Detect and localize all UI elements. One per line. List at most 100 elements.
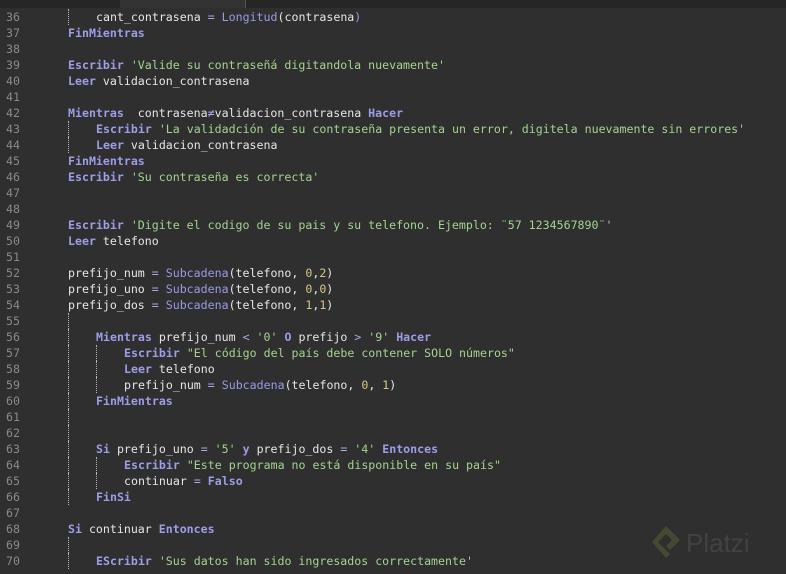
code-line[interactable]: 48 [0,201,786,217]
line-number: 36 [6,10,20,24]
line-number: 46 [6,170,20,184]
code-text: prefijo_dos = Subcadena(telefono, 1,1) [68,297,333,313]
code-token: Entonces [382,442,439,456]
code-token: continuar [124,474,194,488]
code-line[interactable]: 60 FinMientras [0,393,786,409]
indent-guide [68,345,69,361]
code-line[interactable]: 62 [0,425,786,441]
code-text: Escribir "Este programa no está disponib… [124,457,501,473]
code-token: (telefono, [228,266,306,280]
line-number: 69 [6,538,20,552]
code-token: 'La validadción de su contraseña present… [151,122,746,136]
code-line[interactable]: 36 cant_contrasena = Longitud(contrasena) [0,9,786,25]
code-line[interactable]: 50 Leer telefono [0,233,786,249]
code-line[interactable]: 55 [0,313,786,329]
line-number: 52 [6,266,20,280]
code-text: FinMientras [68,25,145,41]
code-token: FinMientras [68,26,145,40]
indent-guide [68,313,69,329]
code-token: Subcadena [165,266,229,280]
code-text: Escribir "El código del país debe conten… [124,345,515,361]
code-line[interactable]: 64 Escribir "Este programa no está dispon… [0,457,786,473]
code-line[interactable]: 61 [0,409,786,425]
code-token: 'Valide su contraseñá digitandola nuevam… [123,58,445,72]
code-line[interactable]: 56 Mientras prefijo_num < '0' O prefijo >… [0,329,786,345]
code-token: Escribir [124,458,180,472]
indent-guide [68,393,69,409]
code-line[interactable]: 54 prefijo_dos = Subcadena(telefono, 1,1) [0,297,786,313]
indent-guide [96,473,97,489]
code-text: prefijo_num = Subcadena(telefono, 0, 1) [124,377,396,393]
code-line[interactable]: 57 Escribir "El código del país debe cont… [0,345,786,361]
line-number: 47 [6,186,20,200]
code-line[interactable]: 51 [0,249,786,265]
code-text: Si continuar Entonces [68,521,215,537]
code-token: Subcadena [165,282,229,296]
code-token: Escribir [68,170,124,184]
indent-guide [68,457,69,473]
code-line[interactable]: 42 Mientras contrasena≠validacion_contras… [0,105,786,121]
code-text: Escribir 'Su contraseña es correcta' [68,169,319,185]
code-token: (contrasena [277,10,355,24]
line-number: 61 [6,410,20,424]
line-number: 58 [6,362,20,376]
code-token: prefijo [291,330,355,344]
indent-guide [68,137,69,153]
code-token: (telefono, [284,378,362,392]
code-line[interactable]: 40 Leer validacion_contrasena [0,73,786,89]
code-line[interactable]: 67 [0,505,786,521]
code-text: continuar = Falso [124,473,243,489]
code-token: prefijo_num [151,330,243,344]
code-token: = [207,378,215,392]
code-line[interactable]: 37 FinMientras [0,25,786,41]
code-line[interactable]: 44 Leer validacion_contrasena [0,137,786,153]
code-token: ) [326,298,334,312]
line-number: 68 [6,522,20,536]
code-line[interactable]: 45 FinMientras [0,153,786,169]
code-line[interactable]: 58 Leer telefono [0,361,786,377]
line-number: 62 [6,426,20,440]
indent-guide [68,489,69,505]
code-token: 'Su contraseña es correcta' [123,170,320,184]
line-number: 55 [6,314,20,328]
code-text: Leer telefono [68,233,159,249]
code-line[interactable]: 47 [0,185,786,201]
code-token: Subcadena [165,298,229,312]
editor-tab[interactable] [120,0,246,8]
code-token: Escribir [124,346,180,360]
code-line[interactable]: 65 continuar = Falso [0,473,786,489]
code-token: continuar [81,522,159,536]
code-text: Escribir 'La validadción de su contraseñ… [96,121,745,137]
code-token: telefono [151,362,215,376]
code-token: "El código del país debe contener SOLO n… [179,346,515,360]
code-line[interactable]: 39 Escribir 'Valide su contraseñá digitan… [0,57,786,73]
code-editor[interactable]: 36 cant_contrasena = Longitud(contrasena)… [0,9,786,569]
code-token: Leer [68,74,96,88]
code-token: Falso [207,474,243,488]
code-text: prefijo_num = Subcadena(telefono, 0,2) [68,265,333,281]
code-line[interactable]: 66 FinSi [0,489,786,505]
line-number: 50 [6,234,20,248]
code-token: Escribir [96,122,152,136]
tab-bar [0,0,786,8]
code-line[interactable]: 52 prefijo_num = Subcadena(telefono, 0,2) [0,265,786,281]
code-line[interactable]: 49 Escribir 'Digite el codigo de su pais … [0,217,786,233]
code-line[interactable]: 53 prefijo_uno = Subcadena(telefono, 0,0) [0,281,786,297]
line-number: 56 [6,330,20,344]
line-number: 48 [6,202,20,216]
code-line[interactable]: 63 Si prefijo_uno = '5' y prefijo_dos = '… [0,441,786,457]
line-number: 37 [6,26,20,40]
code-line[interactable]: 59 prefijo_num = Subcadena(telefono, 0, 1… [0,377,786,393]
code-line[interactable]: 38 [0,41,786,57]
line-number: 53 [6,282,20,296]
indent-guide [68,441,69,457]
indent-guide [68,361,69,377]
line-number: 43 [6,122,20,136]
code-line[interactable]: 46 Escribir 'Su contraseña es correcta' [0,169,786,185]
code-line[interactable]: 41 [0,89,786,105]
code-text: Mientras contrasena≠validacion_contrasen… [68,105,403,121]
indent-guide [68,409,69,425]
code-token: validacion_contrasena [95,74,250,88]
code-line[interactable]: 43 Escribir 'La validadción de su contras… [0,121,786,137]
